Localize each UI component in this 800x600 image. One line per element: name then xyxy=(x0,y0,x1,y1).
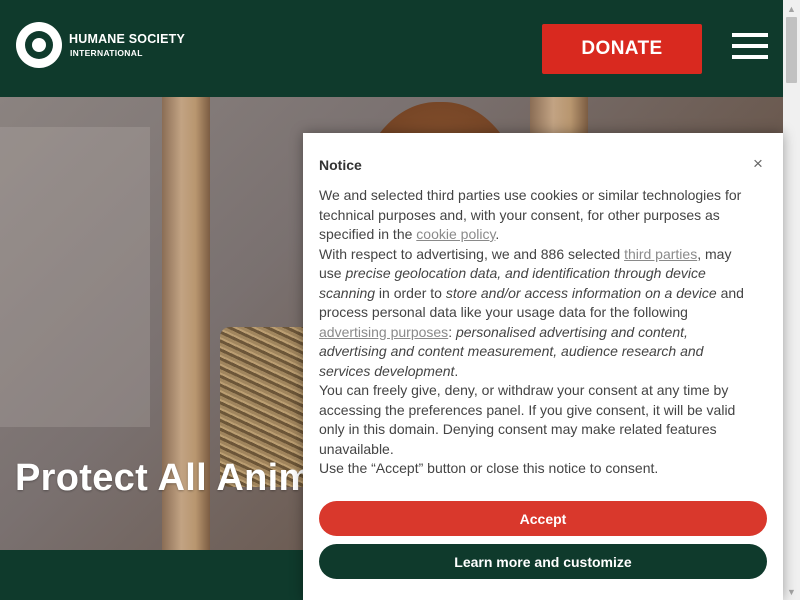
scroll-up-arrow-icon[interactable]: ▲ xyxy=(783,0,800,17)
hamburger-menu-icon[interactable] xyxy=(732,33,768,63)
notice-paragraph-1: We and selected third parties use cookie… xyxy=(319,187,742,242)
third-parties-link[interactable]: third parties xyxy=(624,246,697,262)
logo-animals-icon xyxy=(16,22,62,68)
hsi-logo[interactable]: HUMANE SOCIETY INTERNATIONAL xyxy=(16,22,185,68)
close-icon[interactable]: × xyxy=(751,155,765,173)
notice-body: We and selected third parties use cookie… xyxy=(319,186,749,479)
cookie-notice-dialog: Notice × We and selected third parties u… xyxy=(303,133,783,600)
scroll-down-arrow-icon[interactable]: ▼ xyxy=(783,583,800,600)
notice-paragraph-4: Use the “Accept” button or close this no… xyxy=(319,460,659,476)
hero-title: Protect All Anim xyxy=(15,457,313,499)
site-header: HUMANE SOCIETY INTERNATIONAL DONATE xyxy=(0,0,783,97)
hero-background-panel xyxy=(0,127,150,427)
notice-paragraph-2: With respect to advertising, we and 886 … xyxy=(319,245,744,379)
cookie-policy-link[interactable]: cookie policy xyxy=(416,226,495,242)
logo-line2: INTERNATIONAL xyxy=(70,47,143,58)
notice-paragraph-3: You can freely give, deny, or withdraw y… xyxy=(319,382,736,457)
accept-button[interactable]: Accept xyxy=(319,501,767,536)
notice-title: Notice xyxy=(319,157,362,173)
logo-text: HUMANE SOCIETY INTERNATIONAL xyxy=(69,33,185,57)
logo-line1: HUMANE SOCIETY xyxy=(69,32,186,46)
scrollbar-thumb[interactable] xyxy=(786,17,797,83)
donate-button[interactable]: DONATE xyxy=(542,24,702,74)
learn-more-customize-button[interactable]: Learn more and customize xyxy=(319,544,767,579)
page-scrollbar[interactable]: ▲ ▼ xyxy=(783,0,800,600)
advertising-purposes-link[interactable]: advertising purposes xyxy=(319,324,448,340)
